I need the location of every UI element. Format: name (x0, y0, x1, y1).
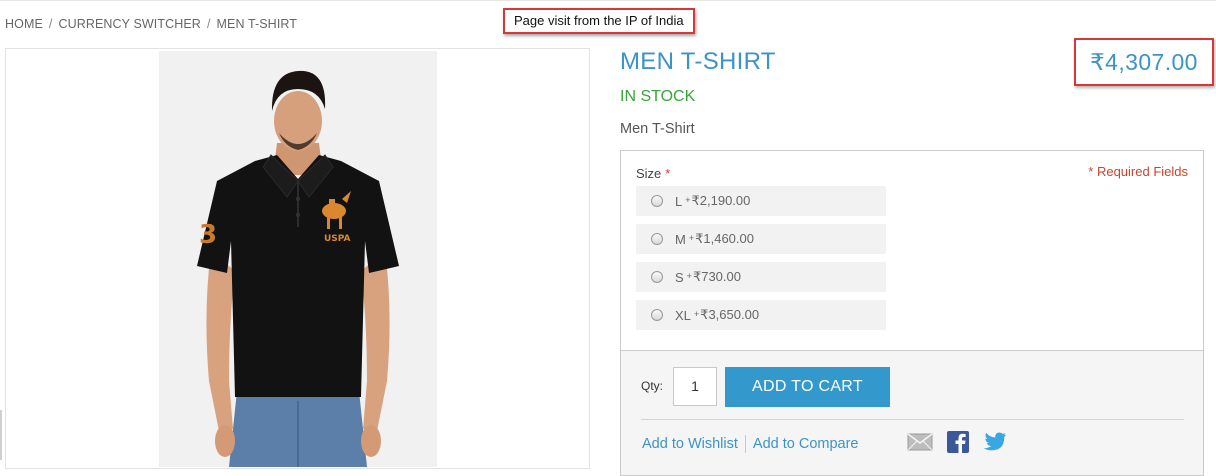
price-highlight: ₹4,307.00 (1074, 38, 1214, 86)
add-to-wishlist-link[interactable]: Add to Wishlist (642, 436, 738, 452)
product-title: MEN T-SHIRT (620, 48, 776, 75)
top-divider (0, 0, 1216, 1)
radio-button[interactable] (651, 309, 663, 321)
plus-sign: + (686, 271, 692, 281)
add-to-cart-button[interactable]: ADD TO CART (725, 367, 890, 407)
product-price: ₹4,307.00 (1090, 48, 1198, 75)
plus-sign: + (693, 309, 700, 319)
product-links: Add to Wishlist Add to Compare (642, 435, 859, 453)
stock-status: IN STOCK (620, 88, 696, 105)
add-to-compare-link[interactable]: Add to Compare (753, 436, 859, 452)
breadcrumb-separator: / (48, 17, 53, 31)
twitter-icon[interactable] (983, 432, 1007, 457)
breadcrumb-currency-switcher[interactable]: CURRENCY SWITCHER (58, 17, 200, 31)
required-fields-note: * Required Fields (1088, 164, 1188, 179)
radio-button[interactable] (651, 271, 663, 283)
product-short-description: Men T-Shirt (620, 121, 695, 137)
facebook-icon[interactable] (947, 431, 969, 458)
social-share (907, 431, 1007, 458)
radio-button[interactable] (651, 195, 663, 207)
size-option-l[interactable]: L + ₹2,190.00 (636, 186, 886, 216)
breadcrumb-current: MEN T-SHIRT (216, 17, 298, 31)
size-price: ₹2,190.00 (691, 193, 751, 208)
svg-text:3: 3 (199, 220, 217, 250)
product-photo: 3 USPA (159, 51, 437, 467)
qty-label: Qty: (641, 379, 664, 393)
size-price: ₹1,460.00 (695, 231, 754, 246)
size-price: ₹730.00 (692, 269, 741, 284)
product-page: HOME / CURRENCY SWITCHER / MEN T-SHIRT Page … (0, 0, 1216, 476)
size-name: M (675, 231, 686, 247)
logo-text: USPA (324, 234, 351, 244)
add-to-cart-box: Qty: 1 ADD TO CART Add to Wishlist Add t… (620, 350, 1204, 476)
product-options: Size * * Required Fields L + ₹2,190.00 M + ₹1… (620, 150, 1204, 350)
size-name: L (675, 193, 683, 209)
plus-sign: + (685, 195, 691, 205)
cart-divider (641, 419, 1184, 420)
breadcrumb-home[interactable]: HOME (5, 17, 43, 31)
qty-input[interactable]: 1 (673, 367, 717, 406)
breadcrumb-separator: / (206, 17, 211, 31)
radio-button[interactable] (651, 233, 663, 245)
product-image-frame[interactable]: 3 USPA (5, 48, 590, 469)
size-label-text: Size (636, 166, 662, 181)
model-illustration: 3 USPA (159, 51, 437, 467)
size-name: XL (675, 307, 691, 323)
ip-callout: Page visit from the IP of India (503, 8, 695, 34)
link-separator (744, 435, 746, 453)
size-option-s[interactable]: S + ₹730.00 (636, 262, 886, 292)
page-edge (0, 410, 2, 460)
size-option-xl[interactable]: XL + ₹3,650.00 (636, 300, 886, 330)
breadcrumb: HOME / CURRENCY SWITCHER / MEN T-SHIRT (5, 17, 297, 31)
required-asterisk: * (665, 166, 671, 181)
plus-sign: + (688, 233, 695, 243)
size-name: S (675, 269, 684, 285)
size-option-m[interactable]: M + ₹1,460.00 (636, 224, 886, 254)
size-label: Size * (636, 166, 670, 181)
email-icon[interactable] (907, 433, 933, 456)
size-price: ₹3,650.00 (700, 307, 760, 322)
